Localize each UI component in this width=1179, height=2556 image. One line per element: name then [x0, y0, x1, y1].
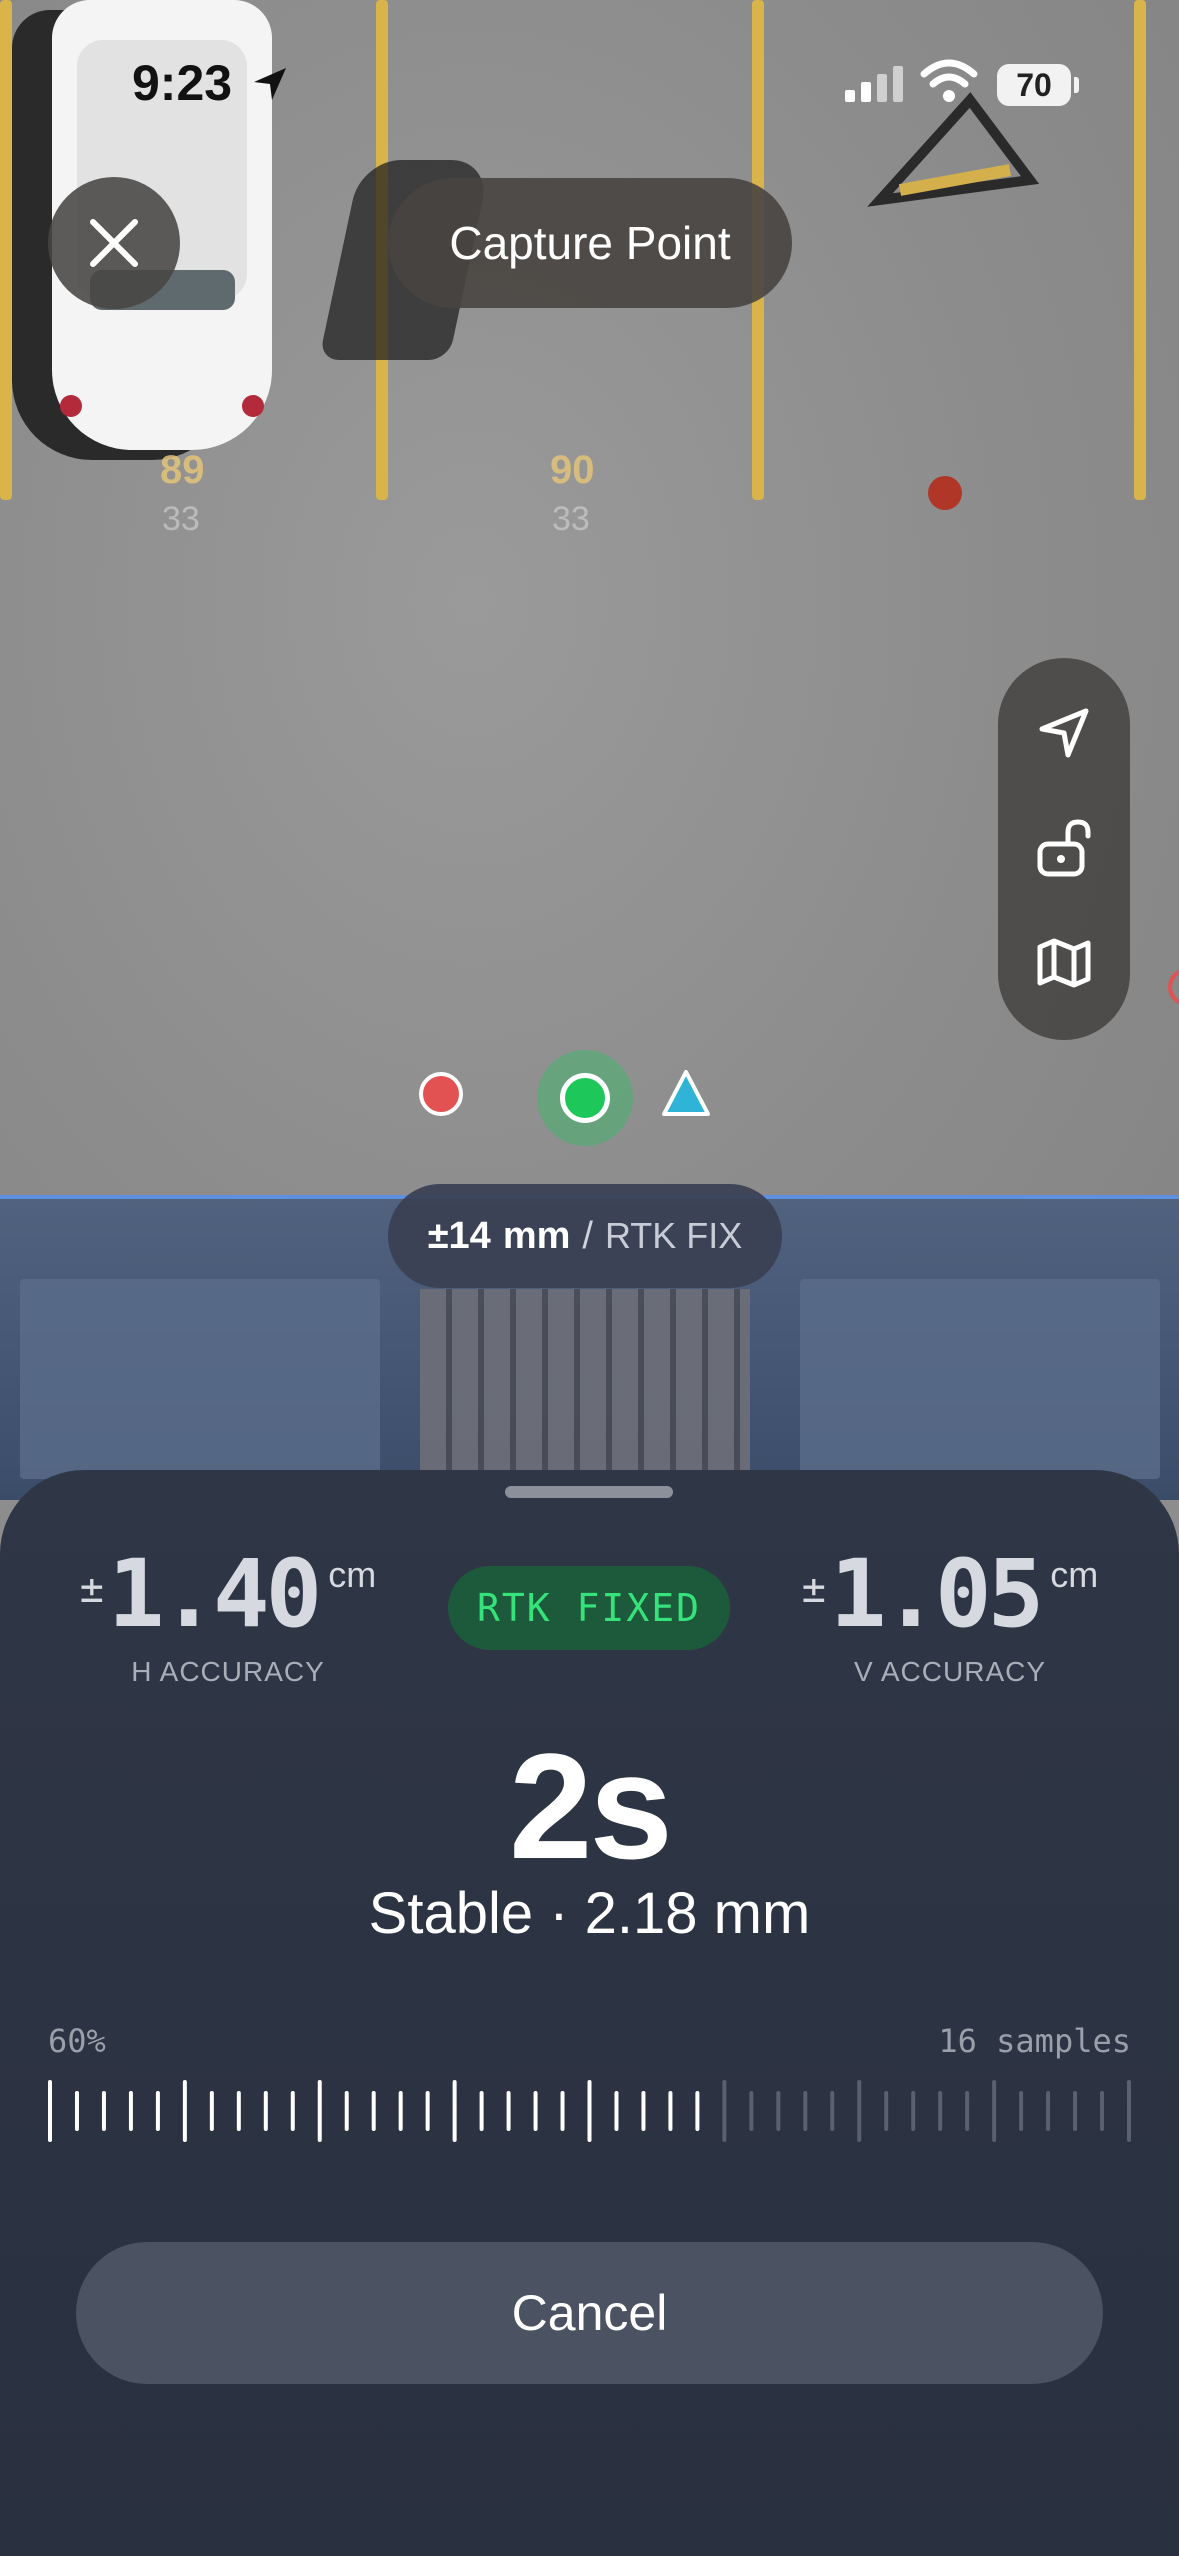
- wifi-icon: [920, 59, 978, 102]
- h-accuracy: ± 1.40 cm H ACCURACY: [48, 1548, 408, 1688]
- cancel-button[interactable]: Cancel: [76, 2242, 1103, 2384]
- close-icon: [90, 219, 138, 267]
- v-accuracy: ± 1.05 cm V ACCURACY: [770, 1548, 1130, 1688]
- progress-ticks: [48, 2080, 1131, 2142]
- lock-button[interactable]: [998, 793, 1130, 903]
- countdown-timer: 2s: [509, 1722, 673, 1890]
- status-time: 9:23: [132, 55, 233, 111]
- battery-cap: [1074, 77, 1079, 93]
- v-accuracy-unit: cm: [1050, 1554, 1099, 1595]
- red-point-marker[interactable]: [419, 1072, 463, 1116]
- sheet-grabber[interactable]: [505, 1486, 673, 1498]
- unlock-icon: [1037, 819, 1091, 877]
- map-layers-button[interactable]: [998, 908, 1130, 1018]
- map-icon: [1037, 938, 1091, 988]
- stall-number: 89: [160, 448, 205, 492]
- accuracy-pill: ±14 mm / RTK FIX: [388, 1184, 782, 1288]
- v-accuracy-pm: ±: [801, 1566, 826, 1612]
- page-title: Capture Point: [388, 178, 792, 308]
- battery-icon: 70: [997, 64, 1071, 106]
- progress-percent: 60%: [48, 2022, 106, 2060]
- sample-count: 16 samples: [938, 2022, 1131, 2060]
- recenter-button[interactable]: [998, 678, 1130, 788]
- status-bar: 9:23 70: [0, 0, 1179, 170]
- signal-icon: [845, 66, 903, 102]
- rtk-status-badge: RTK FIXED: [448, 1566, 730, 1650]
- accuracy-separator: /: [582, 1214, 593, 1257]
- accuracy-unit: mm: [502, 1214, 571, 1257]
- h-accuracy-unit: cm: [328, 1554, 377, 1595]
- stall-number: 90: [550, 448, 595, 492]
- map-control-stack: [998, 658, 1130, 1040]
- close-button[interactable]: [48, 177, 180, 309]
- v-accuracy-value: 1.05: [829, 1540, 1044, 1649]
- current-position-marker[interactable]: [560, 1073, 610, 1123]
- h-accuracy-label: H ACCURACY: [131, 1656, 325, 1687]
- capture-sheet: ± 1.40 cm H ACCURACY RTK FIXED ± 1.05 cm…: [0, 1470, 1179, 2556]
- stall-subnumber: 33: [162, 500, 200, 538]
- hydrant: [928, 476, 962, 510]
- blue-triangle-marker[interactable]: [660, 1068, 712, 1120]
- h-accuracy-value: 1.40: [107, 1540, 322, 1649]
- h-accuracy-pm: ±: [79, 1566, 104, 1612]
- navigation-arrow-icon: [1039, 708, 1089, 758]
- stability-status: Stable · 2.18 mm: [368, 1881, 811, 1946]
- location-arrow-icon: [254, 68, 286, 100]
- accuracy-value: ±14: [427, 1214, 491, 1257]
- v-accuracy-label: V ACCURACY: [853, 1656, 1047, 1687]
- stall-subnumber: 33: [552, 500, 590, 538]
- fix-status: RTK FIX: [604, 1215, 743, 1256]
